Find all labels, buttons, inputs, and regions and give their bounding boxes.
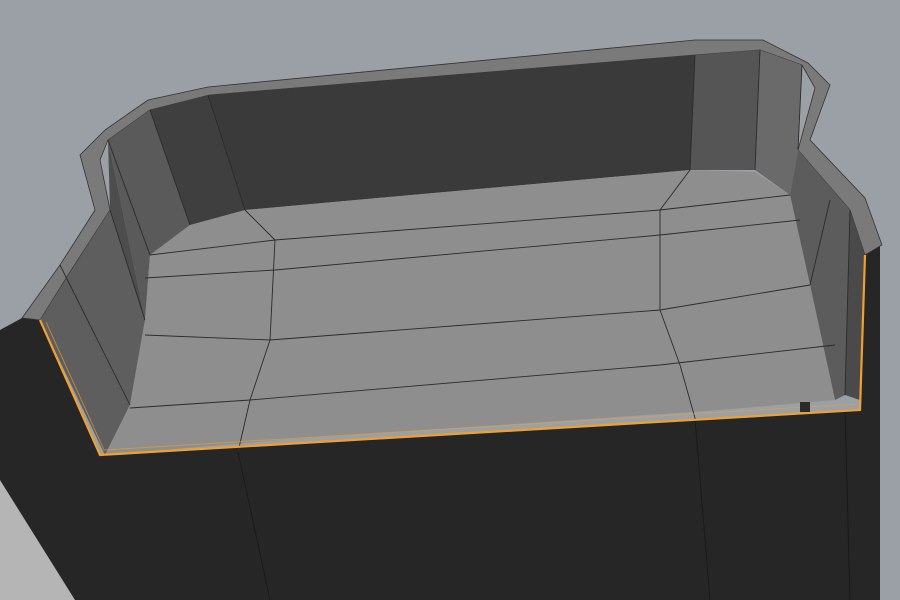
inner-back-bevel-right: [690, 50, 760, 170]
3d-viewport[interactable]: [0, 0, 900, 600]
scene-canvas[interactable]: [0, 0, 900, 600]
vertex-markers: [800, 402, 810, 412]
